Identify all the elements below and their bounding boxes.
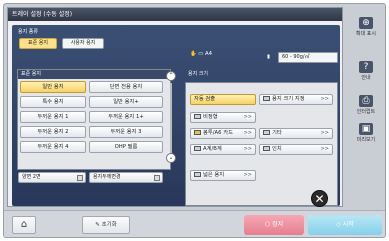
start-button[interactable]: ◇ 시작 <box>308 215 382 235</box>
thickness-change-label: 용지두께변경 <box>93 174 121 180</box>
paper-weight-field: 60 - 90g/㎡ <box>278 52 338 63</box>
paper-button-thick-1-plus[interactable]: 두꺼운 용지 1+ <box>89 111 163 123</box>
interrupt-icon: ⎙ <box>359 95 373 107</box>
double-arrow-icon: >> <box>320 146 329 152</box>
inch-icon <box>263 146 270 151</box>
tray-settings-dialog: 트레이 설정 (수동 설정) 용지 종류 표준 용지 사용자 용지 표준 용지 … <box>7 7 343 207</box>
tab-user-paper[interactable]: 사용자 용지 <box>62 38 104 49</box>
sidebar-item-zoom[interactable]: ⊕ 확대 표시 <box>346 15 385 41</box>
tab-standard-paper[interactable]: 표준 용지 <box>19 38 57 49</box>
size-auto-detect-label: 자동 검출 <box>194 96 216 102</box>
home-button[interactable]: ⌂ <box>12 216 36 234</box>
paper-list-scrollbar[interactable]: ⌃ ⌄ <box>166 71 176 164</box>
dialog-title: 트레이 설정 (수동 설정) <box>8 8 342 21</box>
size-wide-paper[interactable]: 넓은 용지 >> <box>190 170 256 181</box>
paper-weight-icon: ▮ <box>267 54 270 60</box>
size-envelope-a6[interactable]: 봉투/A6 카드 >> <box>190 128 256 139</box>
sidebar-label-interrupt: 인터럽트 <box>356 109 376 115</box>
sidebar-item-help[interactable]: ? 안내 <box>346 59 385 85</box>
scroll-down-icon[interactable]: ⌄ <box>166 153 176 163</box>
double-arrow-icon: >> <box>243 172 252 178</box>
duplex-side2-option[interactable]: 양면 2면 <box>18 172 86 183</box>
sidebar-label-zoom: 확대 표시 <box>356 31 376 37</box>
size-auto-detect[interactable]: 자동 검출 <box>190 94 256 105</box>
size-custom-label: 비정형 <box>203 114 218 120</box>
bottom-bar: ⌂ ✎ 초기화 ⬡ 정지 ◇ 시작 <box>4 210 385 237</box>
reset-button[interactable]: ✎ 초기화 <box>82 216 130 234</box>
help-icon: ? <box>359 61 373 73</box>
paper-size-label: 용지 크기 <box>188 71 208 77</box>
double-arrow-icon: >> <box>320 96 329 102</box>
paper-button-special[interactable]: 특수 용지 <box>20 96 86 108</box>
sidebar-label-preview: 미리보기 <box>356 137 376 143</box>
other-size-icon <box>263 130 270 135</box>
size-envelope-a6-label: 봉투/A6 카드 <box>203 130 233 136</box>
paper-button-thick-1[interactable]: 두꺼운 용지 1 <box>20 111 86 123</box>
start-label: 시작 <box>342 221 354 228</box>
orientation-status: ✋ ▭ A4 <box>190 49 212 60</box>
scroll-up-icon[interactable]: ⌃ <box>166 71 176 81</box>
custom-size-icon <box>194 114 201 119</box>
scroll-track[interactable] <box>170 83 172 153</box>
size-a-b-series-label: A계/B계 <box>203 146 222 152</box>
thickness-change-option[interactable]: 용지두께변경 <box>89 172 163 183</box>
size-custom[interactable]: 비정형 >> <box>190 112 256 123</box>
double-arrow-icon: >> <box>243 114 252 120</box>
paper-type-label: 용지 종류 <box>18 29 38 35</box>
size-other-label: 기타 <box>272 130 282 136</box>
double-arrow-icon: >> <box>320 130 329 136</box>
start-icon: ◇ <box>336 221 341 228</box>
size-inch[interactable]: 인치 >> <box>259 144 333 155</box>
hand-icon: ✋ <box>190 51 197 57</box>
preview-icon: ▣ <box>359 123 373 135</box>
right-sidebar: ⊕ 확대 표시 ? 안내 ⎙ 인터럽트 ▣ 미리보기 <box>344 7 385 203</box>
paper-button-plain[interactable]: 일반 용지 <box>20 81 86 93</box>
sidebar-item-preview[interactable]: ▣ 미리보기 <box>346 121 385 147</box>
orientation-value: A4 <box>205 51 212 57</box>
zoom-icon: ⊕ <box>359 17 373 29</box>
size-specify[interactable]: 용지 크기 지정 >> <box>259 94 333 105</box>
sidebar-item-interrupt[interactable]: ⎙ 인터럽트 <box>346 93 385 119</box>
size-other[interactable]: 기타 >> <box>259 128 333 139</box>
reset-label: 초기화 <box>101 222 117 228</box>
stop-icon: ⬡ <box>264 221 271 228</box>
paper-button-thick-3[interactable]: 두꺼운 용지 3 <box>89 126 163 138</box>
paper-button-thick-4[interactable]: 두꺼운 용지 4 <box>20 141 86 153</box>
size-specify-label: 용지 크기 지정 <box>272 96 305 102</box>
ab-series-icon <box>194 146 201 151</box>
paper-button-ohp[interactable]: OHP 필름 <box>89 141 163 153</box>
home-icon: ⌂ <box>20 219 28 230</box>
double-arrow-icon: >> <box>243 146 252 152</box>
paper-size-icon <box>263 96 270 101</box>
stop-button[interactable]: ⬡ 정지 <box>244 215 304 235</box>
envelope-icon <box>194 130 201 135</box>
paper-orientation-icon: ▭ <box>198 51 204 57</box>
paper-button-plain-plus[interactable]: 일반 용지+ <box>89 96 163 108</box>
close-icon[interactable]: ✕ <box>311 190 328 207</box>
duplex-side2-label: 양면 2면 <box>22 174 41 180</box>
size-wide-paper-label: 넓은 용지 <box>203 172 225 178</box>
paper-button-thick-2[interactable]: 두꺼운 용지 2 <box>20 126 86 138</box>
size-a-b-series[interactable]: A계/B계 >> <box>190 144 256 155</box>
thickness-change-checkbox[interactable] <box>154 175 160 181</box>
size-inch-label: 인치 <box>272 146 282 152</box>
sidebar-label-help: 안내 <box>361 75 371 81</box>
pencil-icon: ✎ <box>95 222 100 228</box>
paper-button-single-side[interactable]: 단면 전용 용지 <box>89 81 163 93</box>
stop-label: 정지 <box>272 221 284 228</box>
wide-paper-icon <box>194 172 201 177</box>
paper-list-header: 표준 용지 <box>18 70 170 79</box>
double-arrow-icon: >> <box>243 130 252 136</box>
duplex-side2-checkbox[interactable] <box>77 175 83 181</box>
screen: 트레이 설정 (수동 설정) 용지 종류 표준 용지 사용자 용지 표준 용지 … <box>3 3 386 238</box>
